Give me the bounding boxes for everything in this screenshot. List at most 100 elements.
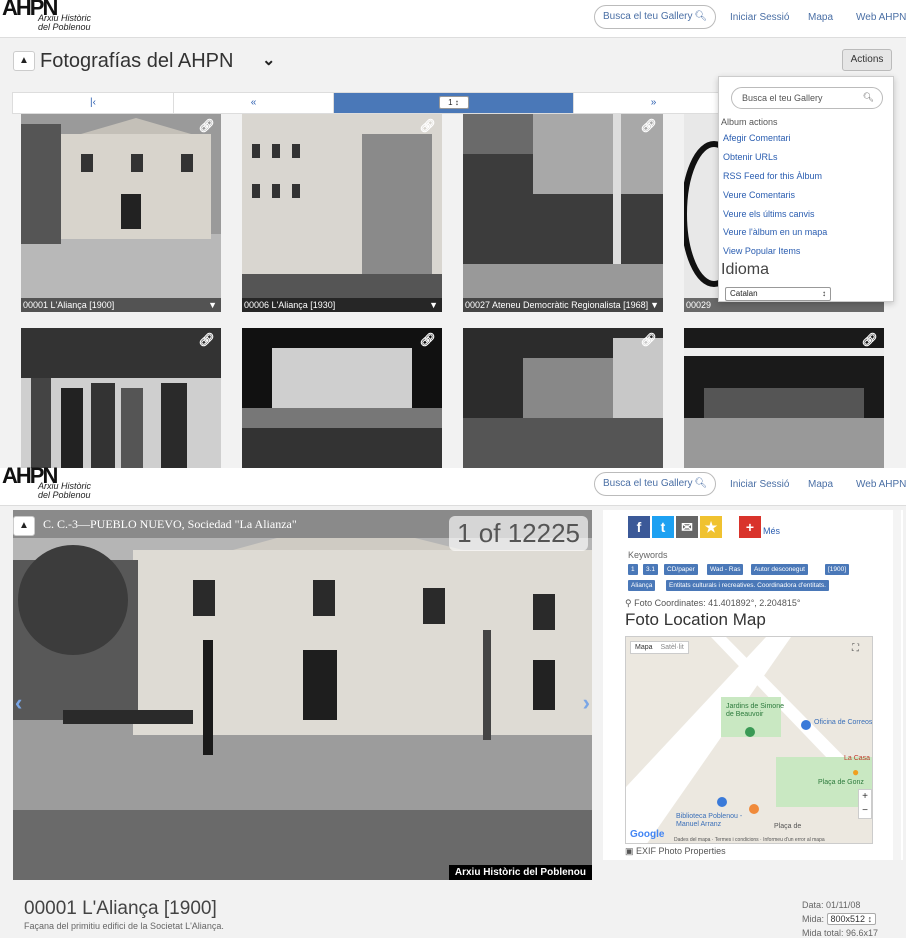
thumbnail[interactable]: 🔗︎ 00006 L'Aliança [1930] ▼ [242, 114, 442, 312]
first-page-button[interactable]: |‹ [13, 93, 174, 113]
menu-item-popular[interactable]: View Popular Items [723, 246, 800, 256]
web-link[interactable]: Web AHPN [856, 12, 906, 23]
web-link[interactable]: Web AHPN [856, 479, 906, 490]
home-button[interactable]: ▲ [13, 516, 35, 536]
map-label: Plaça de [774, 823, 802, 830]
thumbnail[interactable]: 🔗︎ [684, 328, 884, 468]
first-page-icon: |‹ [90, 97, 96, 108]
thumbnail[interactable]: 🔗︎ [242, 328, 442, 468]
link-icon[interactable]: 🔗︎ [198, 118, 215, 134]
map-label: Google [630, 829, 665, 840]
actions-dropdown: Busca el teu Gallery 🔍︎ Album actions Af… [718, 76, 894, 302]
keyword-tag[interactable]: Autor desconegut [751, 564, 808, 575]
menu-item-latest-changes[interactable]: Veure els últims canvis [723, 209, 815, 219]
search-icon: 🔍︎ [862, 92, 874, 102]
menu-item-get-urls[interactable]: Obtenir URLs [723, 152, 778, 162]
next-photo-icon[interactable]: › [583, 690, 590, 716]
ahpn-logo[interactable]: AHPN Arxiu Històric del Poblenou [2, 465, 102, 504]
side-scrollbar[interactable] [893, 510, 901, 860]
thumbnail-image [463, 114, 663, 312]
thumbnail[interactable]: 🔗︎ [21, 328, 221, 468]
prev-page-icon: « [250, 97, 257, 108]
prev-page-button[interactable]: « [174, 93, 334, 113]
menu-item-rss[interactable]: RSS Feed for this Àlbum [723, 171, 822, 181]
total-size: Mida total: 96.6x17 [802, 928, 879, 938]
login-link[interactable]: Iniciar Sessió [730, 12, 789, 23]
language-label: Idioma [721, 261, 770, 278]
facebook-icon[interactable]: f [628, 516, 650, 538]
keyword-tag[interactable]: Aliança [628, 580, 656, 591]
link-icon[interactable]: 🔗︎ [640, 118, 657, 134]
prev-photo-icon[interactable]: ‹ [15, 690, 22, 716]
chevron-down-icon[interactable]: ▼ [208, 300, 217, 310]
map-label: La Casa [844, 755, 871, 762]
header-search[interactable]: Busca el teu Gallery 🔍︎ [594, 472, 717, 496]
keyword-tag[interactable]: [1900] [825, 564, 850, 575]
fullscreen-icon[interactable]: ⛶ [852, 643, 859, 654]
thumbnail[interactable]: 🔗︎ 00001 L'Aliança [1900] ▼ [21, 114, 221, 312]
menu-item-view-on-map[interactable]: Veure l'àlbum en un mapa [723, 227, 827, 237]
keyword-tag[interactable]: CD/paper [664, 564, 698, 575]
top-header: AHPN Arxiu Històric del Poblenou Busca el… [0, 0, 906, 38]
actions-button[interactable]: Actions [842, 49, 892, 71]
next-page-button[interactable]: » [574, 93, 734, 113]
photo-title: 00001 L'Aliança [1900] [24, 898, 217, 919]
logo-text: Arxiu Històric del Poblenou [38, 13, 92, 32]
zoom-control[interactable]: + − [858, 789, 872, 819]
link-icon[interactable]: 🔗︎ [198, 332, 215, 348]
link-icon[interactable]: 🔗︎ [861, 332, 878, 348]
location-map[interactable]: Mapa Satèl·lit ⛶ Jardins de Simone de Be… [625, 636, 873, 844]
menu-item-view-comments[interactable]: Veure Comentaris [723, 190, 795, 200]
thumbnail-image [242, 114, 442, 312]
map-pin-icon: ⚲ [625, 598, 632, 608]
map-label: Jardins de Simone de Beauvoir [726, 703, 784, 718]
ahpn-logo[interactable]: AHPN Arxiu Històric del Poblenou [2, 0, 102, 36]
thumbnail-image [242, 328, 442, 468]
plus-share-icon[interactable]: + [739, 516, 761, 538]
watermark: Arxiu Històric del Poblenou [448, 865, 592, 880]
twitter-icon[interactable]: t [652, 516, 674, 538]
thumbnail[interactable]: 🔗︎ 00027 Ateneu Democràtic Regionalista … [463, 114, 663, 312]
keyword-tag[interactable]: Wad - Ras [707, 564, 744, 575]
link-icon[interactable]: 🔗︎ [419, 332, 436, 348]
top-header-2: AHPN Arxiu Històric del Poblenou Busca el… [0, 465, 906, 506]
keyword-tag[interactable]: 1 [628, 564, 638, 575]
size-row: Mida: 800x512 ↕ [802, 913, 877, 925]
dropdown-search[interactable]: Busca el teu Gallery 🔍︎ [731, 87, 883, 109]
home-icon: ▲ [19, 520, 29, 531]
chevron-down-icon[interactable]: ▼ [650, 300, 659, 310]
more-share-link[interactable]: Més [763, 526, 780, 536]
pegman-icon[interactable]: ● [852, 765, 859, 779]
home-icon: ▲ [19, 55, 29, 66]
chevron-down-icon[interactable]: ⌄ [262, 50, 275, 70]
map-title: Foto Location Map [625, 610, 766, 629]
favorite-star-icon[interactable]: ★ [700, 516, 722, 538]
chevron-down-icon[interactable]: ▼ [429, 300, 438, 310]
language-select[interactable]: Catalan ↕ [725, 287, 831, 301]
email-icon[interactable]: ✉ [676, 516, 698, 538]
link-icon[interactable]: 🔗︎ [419, 118, 436, 134]
map-tab-map[interactable]: Mapa Satèl·lit [630, 641, 689, 654]
photo-date: Data: 01/11/08 [802, 900, 861, 910]
info-side-panel: f t ✉ ★ + Més Keywords 1 3.1 CD/paper Wa… [603, 510, 903, 860]
page-select-cell: 1 ↕ [334, 93, 574, 113]
link-icon[interactable]: 🔗︎ [640, 332, 657, 348]
exif-link[interactable]: ▣ EXIF Photo Properties [625, 846, 726, 857]
header-search[interactable]: Busca el teu Gallery 🔍︎ [594, 5, 717, 29]
home-button[interactable]: ▲ [13, 51, 35, 71]
keywords-label: Keywords [628, 550, 668, 560]
map-link[interactable]: Mapa [808, 12, 833, 23]
logo-text: Arxiu Històric del Poblenou [38, 481, 92, 500]
photo-counter: 1 of 12225 [449, 516, 588, 551]
thumbnail-image [21, 114, 221, 312]
map-label: Oficina de Correos [814, 719, 873, 726]
thumbnail[interactable]: 🔗︎ [463, 328, 663, 468]
size-select[interactable]: 800x512 ↕ [826, 913, 877, 925]
keyword-tag[interactable]: Entitats culturals i recreatives. Coordi… [666, 580, 829, 591]
keyword-tag[interactable]: 3.1 [643, 564, 659, 575]
map-link[interactable]: Mapa [808, 479, 833, 490]
map-label: Biblioteca Poblenou - Manuel Arranz [676, 813, 743, 828]
login-link[interactable]: Iniciar Sessió [730, 479, 789, 490]
page-select[interactable]: 1 ↕ [438, 95, 469, 109]
menu-item-add-comment[interactable]: Afegir Comentari [723, 133, 791, 143]
